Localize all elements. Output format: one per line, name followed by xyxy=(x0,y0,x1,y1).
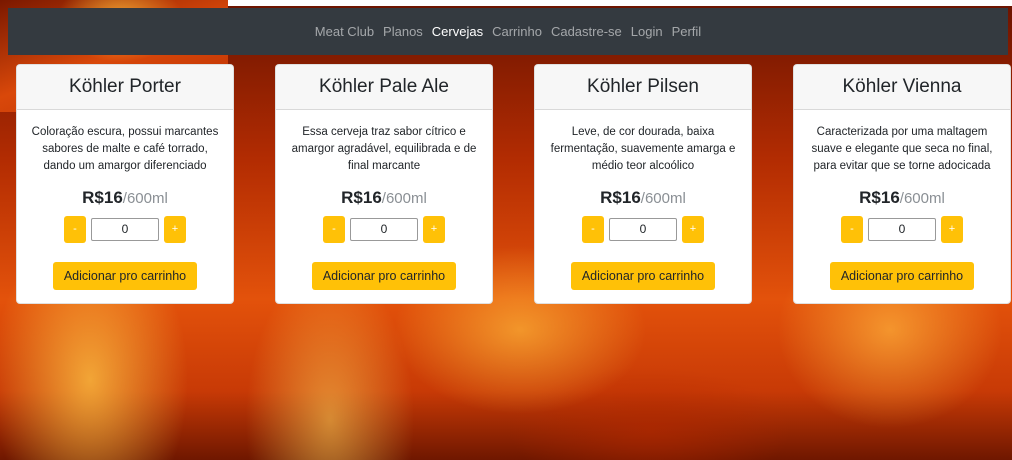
increment-button[interactable]: + xyxy=(941,215,963,243)
add-to-cart-button[interactable]: Adicionar pro carrinho xyxy=(570,262,716,290)
nav-brand[interactable]: Meat Club xyxy=(315,24,374,39)
product-price: R$16/600ml xyxy=(535,188,751,210)
product-card-pale-ale: Köhler Pale Ale Essa cerveja traz sabor … xyxy=(275,64,493,304)
quantity-stepper: - + xyxy=(535,215,751,243)
price-value: R$16 xyxy=(600,188,641,207)
quantity-stepper: - + xyxy=(276,215,492,243)
product-title: Köhler Vienna xyxy=(794,65,1010,110)
price-unit: /600ml xyxy=(640,190,686,207)
product-price: R$16/600ml xyxy=(276,188,492,210)
product-price: R$16/600ml xyxy=(17,188,233,210)
quantity-stepper: - + xyxy=(17,215,233,243)
decrement-button[interactable]: - xyxy=(323,215,345,243)
product-title: Köhler Pale Ale xyxy=(276,65,492,110)
product-description: Coloração escura, possui marcantes sabor… xyxy=(31,126,219,172)
decrement-button[interactable]: - xyxy=(64,215,86,243)
quantity-input[interactable] xyxy=(91,217,159,241)
decrement-button[interactable]: - xyxy=(841,215,863,243)
price-value: R$16 xyxy=(859,188,900,207)
product-title: Köhler Porter xyxy=(17,65,233,110)
navbar: Meat Club Planos Cervejas Carrinho Cadas… xyxy=(8,8,1008,55)
nav-item-cervejas[interactable]: Cervejas xyxy=(432,24,483,39)
increment-button[interactable]: + xyxy=(423,215,445,243)
product-title: Köhler Pilsen xyxy=(535,65,751,110)
nav-item-cadastre-se[interactable]: Cadastre-se xyxy=(551,24,622,39)
quantity-stepper: - + xyxy=(794,215,1010,243)
increment-button[interactable]: + xyxy=(164,215,186,243)
product-description: Caracterizada por uma maltagem suave e e… xyxy=(811,126,993,172)
decrement-button[interactable]: - xyxy=(582,215,604,243)
product-card-vienna: Köhler Vienna Caracterizada por uma malt… xyxy=(793,64,1011,304)
product-description: Essa cerveja traz sabor cítrico e amargo… xyxy=(291,126,477,172)
quantity-input[interactable] xyxy=(609,217,677,241)
add-to-cart-button[interactable]: Adicionar pro carrinho xyxy=(52,262,198,290)
nav-item-perfil[interactable]: Perfil xyxy=(672,24,702,39)
product-card-porter: Köhler Porter Coloração escura, possui m… xyxy=(16,64,234,304)
price-unit: /600ml xyxy=(381,190,427,207)
product-price: R$16/600ml xyxy=(794,188,1010,210)
product-card-pilsen: Köhler Pilsen Leve, de cor dourada, baix… xyxy=(534,64,752,304)
quantity-input[interactable] xyxy=(350,217,418,241)
add-to-cart-button[interactable]: Adicionar pro carrinho xyxy=(311,262,457,290)
nav-item-carrinho[interactable]: Carrinho xyxy=(492,24,542,39)
add-to-cart-button[interactable]: Adicionar pro carrinho xyxy=(829,262,975,290)
quantity-input[interactable] xyxy=(868,217,936,241)
nav-item-planos[interactable]: Planos xyxy=(383,24,423,39)
nav-item-login[interactable]: Login xyxy=(631,24,663,39)
price-unit: /600ml xyxy=(122,190,168,207)
page-top-strip xyxy=(228,0,1012,6)
price-value: R$16 xyxy=(341,188,382,207)
increment-button[interactable]: + xyxy=(682,215,704,243)
product-description: Leve, de cor dourada, baixa fermentação,… xyxy=(550,126,736,172)
price-unit: /600ml xyxy=(899,190,945,207)
price-value: R$16 xyxy=(82,188,123,207)
